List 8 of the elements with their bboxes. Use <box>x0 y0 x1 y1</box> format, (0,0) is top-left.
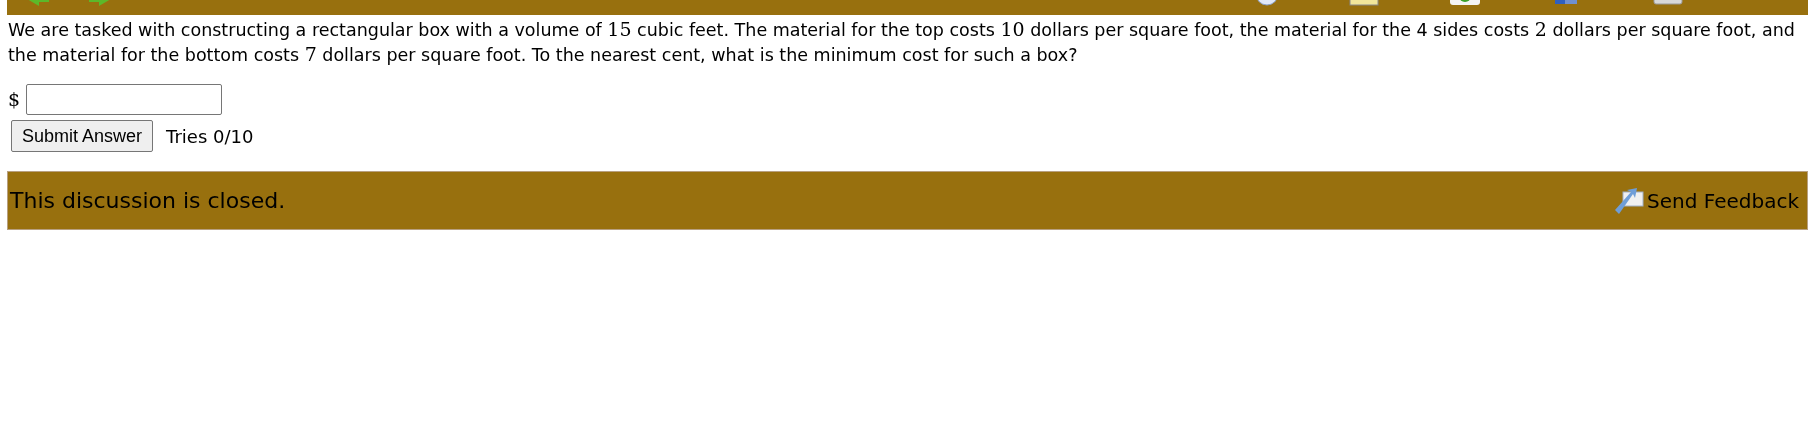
tries-counter: Tries 0/10 <box>166 124 254 149</box>
send-feedback-link[interactable]: Send Feedback <box>1647 185 1799 216</box>
discussion-status: This discussion is closed. <box>10 187 286 215</box>
question-text: We are tasked with constructing a rectangular box with a volume of 15 cubic feet. The material for the top costs 10 dollars per square foot, the material for the 4 sides costs 2 dollars per square foot, and the material for the bottom costs 7 dollars per square foot. To the nearest cent, what is the minimum cost for such a box? <box>8 17 1796 67</box>
currency-symbol: $ <box>8 87 21 113</box>
mail-arrow-icon <box>1613 185 1645 216</box>
answer-field[interactable] <box>26 84 223 115</box>
submit-button[interactable]: Submit Answer <box>11 120 154 152</box>
